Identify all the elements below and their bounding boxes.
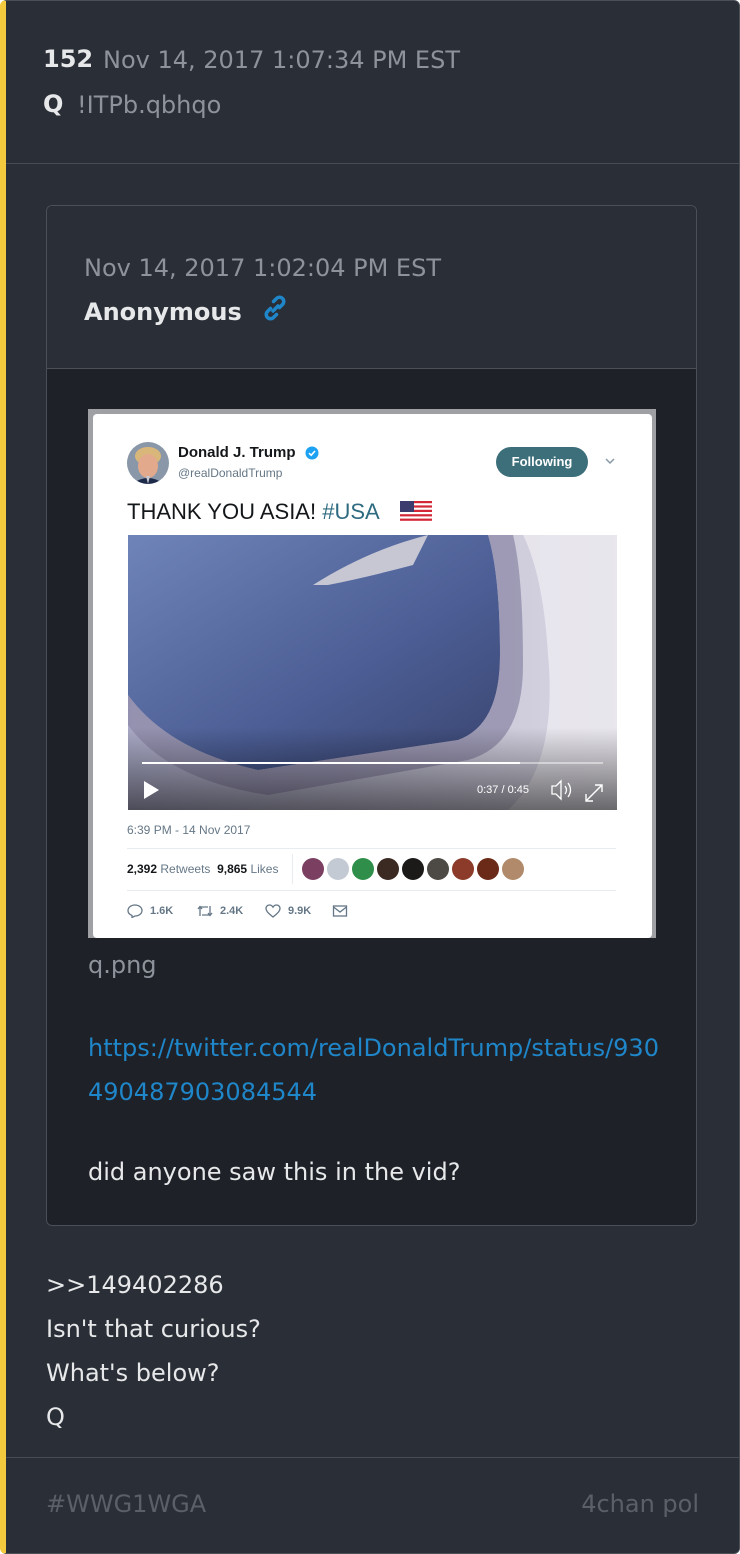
tweet-text: THANK YOU ASIA! #USA bbox=[127, 499, 380, 525]
quoted-post-author: Anonymous bbox=[84, 298, 242, 326]
post-number[interactable]: 152 bbox=[43, 45, 93, 73]
tweet-hashtag[interactable]: #USA bbox=[322, 499, 379, 524]
post-body: >>149402286 Isn't that curious? What's b… bbox=[46, 1263, 261, 1439]
quoted-post-date: Nov 14, 2017 1:02:04 PM EST bbox=[84, 254, 441, 282]
post-date: Nov 14, 2017 1:07:34 PM EST bbox=[103, 46, 460, 74]
mail-icon bbox=[332, 905, 348, 917]
image-file-name[interactable]: q.png bbox=[88, 951, 157, 979]
post-text-line: Isn't that curious? bbox=[46, 1315, 261, 1343]
retweets-count[interactable]: 2,392 bbox=[127, 862, 157, 876]
tweet-link[interactable]: https://twitter.com/realDonaldTrump/stat… bbox=[88, 1026, 663, 1114]
chevron-down-icon[interactable] bbox=[603, 454, 617, 468]
post-reply-link[interactable]: >>149402286 bbox=[46, 1263, 261, 1307]
post-tripcode: !ITPb.qbhqo bbox=[77, 91, 222, 119]
like-count: 9.9K bbox=[288, 905, 312, 917]
post-author: Q bbox=[43, 90, 64, 118]
tweet-author-handle[interactable]: @realDonaldTrump bbox=[178, 466, 282, 480]
liker-avatars[interactable] bbox=[301, 857, 531, 881]
tweet-video[interactable] bbox=[128, 535, 617, 810]
post-card: 152 Nov 14, 2017 1:07:34 PM EST Q !ITPb.… bbox=[0, 0, 740, 1554]
video-progress-fill[interactable] bbox=[142, 762, 521, 764]
tweet-actions: 1.6K 2.4K 9.9K bbox=[127, 902, 387, 920]
divider bbox=[127, 890, 616, 891]
tweet-timestamp[interactable]: 6:39 PM - 14 Nov 2017 bbox=[127, 823, 250, 837]
footer-hashtag: #WWG1WGA bbox=[46, 1490, 207, 1518]
video-time: 0:37 / 0:45 bbox=[477, 784, 529, 796]
quoted-post-header: Nov 14, 2017 1:02:04 PM EST Anonymous bbox=[47, 206, 696, 369]
tweet-stats: 2,392 Retweets 9,865 Likes bbox=[127, 862, 278, 876]
verified-icon bbox=[305, 446, 319, 460]
post-header: 152 Nov 14, 2017 1:07:34 PM EST Q !ITPb.… bbox=[6, 1, 739, 164]
quoted-post-text: did anyone saw this in the vid? bbox=[88, 1158, 461, 1186]
retweet-count: 2.4K bbox=[220, 905, 244, 917]
following-button[interactable]: Following bbox=[496, 447, 588, 477]
link-icon[interactable] bbox=[259, 292, 291, 324]
tweet-text-body: THANK YOU ASIA! bbox=[127, 499, 323, 524]
tweet-card: Donald J. Trump @realDonaldTrump Followi… bbox=[93, 414, 652, 938]
divider bbox=[127, 848, 616, 849]
quoted-post: Nov 14, 2017 1:02:04 PM EST Anonymous Do… bbox=[46, 205, 697, 1226]
divider bbox=[292, 854, 293, 884]
tweet-screenshot-image[interactable]: Donald J. Trump @realDonaldTrump Followi… bbox=[88, 409, 656, 938]
post-footer: #WWG1WGA 4chan pol bbox=[6, 1457, 739, 1553]
board-name: 4chan pol bbox=[581, 1490, 699, 1518]
reply-icon bbox=[127, 904, 143, 918]
post-text-line: What's below? bbox=[46, 1359, 220, 1387]
retweet-icon bbox=[197, 905, 213, 917]
avatar bbox=[127, 442, 169, 484]
post-signature: Q bbox=[46, 1403, 65, 1431]
retweets-label[interactable]: Retweets bbox=[160, 862, 210, 876]
like-icon bbox=[265, 904, 281, 918]
reply-count: 1.6K bbox=[150, 905, 174, 917]
likes-count[interactable]: 9,865 bbox=[217, 862, 247, 876]
tweet-author-name[interactable]: Donald J. Trump bbox=[178, 444, 296, 461]
likes-label[interactable]: Likes bbox=[250, 862, 278, 876]
flag-icon bbox=[400, 501, 432, 522]
